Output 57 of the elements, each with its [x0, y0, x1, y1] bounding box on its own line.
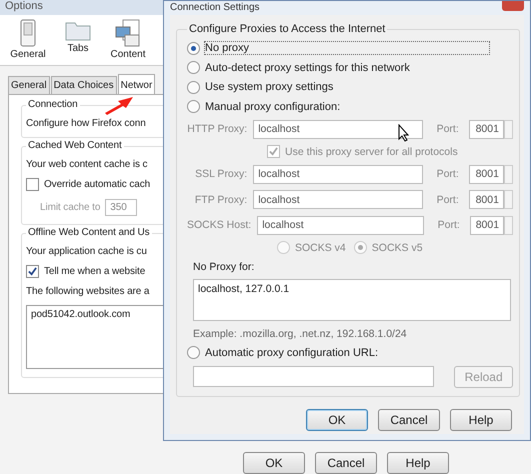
dialog-button[interactable]: Help	[387, 452, 449, 474]
field-label: HTTP Proxy:	[187, 123, 248, 135]
group-heading: Connection	[26, 99, 80, 110]
hint-text: Example: .mozilla.org, .net.nz, 192.168.1.0/24	[193, 328, 408, 340]
field-label: SOCKS Host:	[187, 219, 252, 231]
tab[interactable]: Networ	[118, 74, 156, 94]
radio-button[interactable]	[187, 80, 200, 94]
annotation-arrow	[104, 96, 134, 115]
description-text: The following websites are a	[26, 286, 150, 297]
switch-icon	[20, 19, 36, 47]
close-button[interactable]	[502, 1, 524, 11]
dialog-button[interactable]: Cancel	[378, 408, 440, 430]
toolbar-button[interactable]: General	[10, 49, 46, 60]
group-heading: Cached Web Content	[26, 140, 124, 151]
field-label: Port:	[436, 123, 460, 135]
dialog-button[interactable]: Cancel	[315, 452, 377, 474]
spin-buttons[interactable]	[504, 120, 513, 138]
checkbox-label[interactable]: Override automatic cach	[44, 179, 150, 190]
dialog-button[interactable]: OK	[243, 452, 305, 474]
dialog-button[interactable]: Help	[450, 408, 512, 430]
field-label: No Proxy for:	[193, 260, 256, 272]
radio-button[interactable]	[187, 61, 200, 74]
dialog-title: Connection Settings	[170, 2, 260, 12]
toolbar-button[interactable]: Tabs	[67, 43, 89, 54]
picture-page-icon	[115, 19, 141, 47]
checkbox[interactable]	[26, 265, 39, 278]
field-label: Port:	[436, 194, 460, 206]
spin-buttons[interactable]	[504, 216, 514, 234]
checkbox[interactable]	[26, 178, 39, 191]
spin-buttons[interactable]	[504, 164, 513, 184]
url-field[interactable]	[193, 366, 434, 386]
field-label: SSL Proxy:	[194, 168, 248, 180]
description-text: Your web content cache is c	[26, 159, 148, 170]
field-label: Port:	[436, 168, 460, 180]
radio-button[interactable]	[187, 346, 200, 359]
dialog-button[interactable]: OK	[306, 408, 368, 430]
field-label: Limit cache to	[40, 202, 100, 213]
no-proxy-field[interactable]: localhost, 127.0.0.1	[193, 279, 511, 321]
group-heading: Offline Web Content and Us	[26, 227, 152, 238]
radio-label[interactable]: Automatic proxy configuration URL:	[205, 346, 378, 358]
field-label: Port:	[438, 219, 461, 231]
group-heading: Configure Proxies to Access the Internet	[187, 23, 388, 35]
radio-label[interactable]: No proxy	[205, 42, 490, 54]
checkbox-label[interactable]: Tell me when a website	[44, 266, 146, 277]
radio-button[interactable]	[187, 42, 200, 54]
radio-label[interactable]: Auto-detect proxy settings for this network	[205, 62, 410, 74]
mouse-cursor-icon	[398, 124, 410, 142]
radio-label[interactable]: Use system proxy settings	[205, 81, 334, 93]
description-text: Your application cache is cu	[26, 246, 147, 257]
radio-label[interactable]: Manual proxy configuration:	[205, 100, 340, 112]
field-label: FTP Proxy:	[194, 194, 248, 206]
tab[interactable]: General	[8, 76, 50, 94]
description-text: Configure how Firefox conn	[26, 118, 146, 129]
tab[interactable]: Data Choices	[50, 76, 117, 94]
toolbar-button[interactable]: Content	[110, 49, 146, 60]
number-field[interactable]: 350	[105, 199, 138, 216]
radio-button[interactable]	[187, 100, 200, 113]
